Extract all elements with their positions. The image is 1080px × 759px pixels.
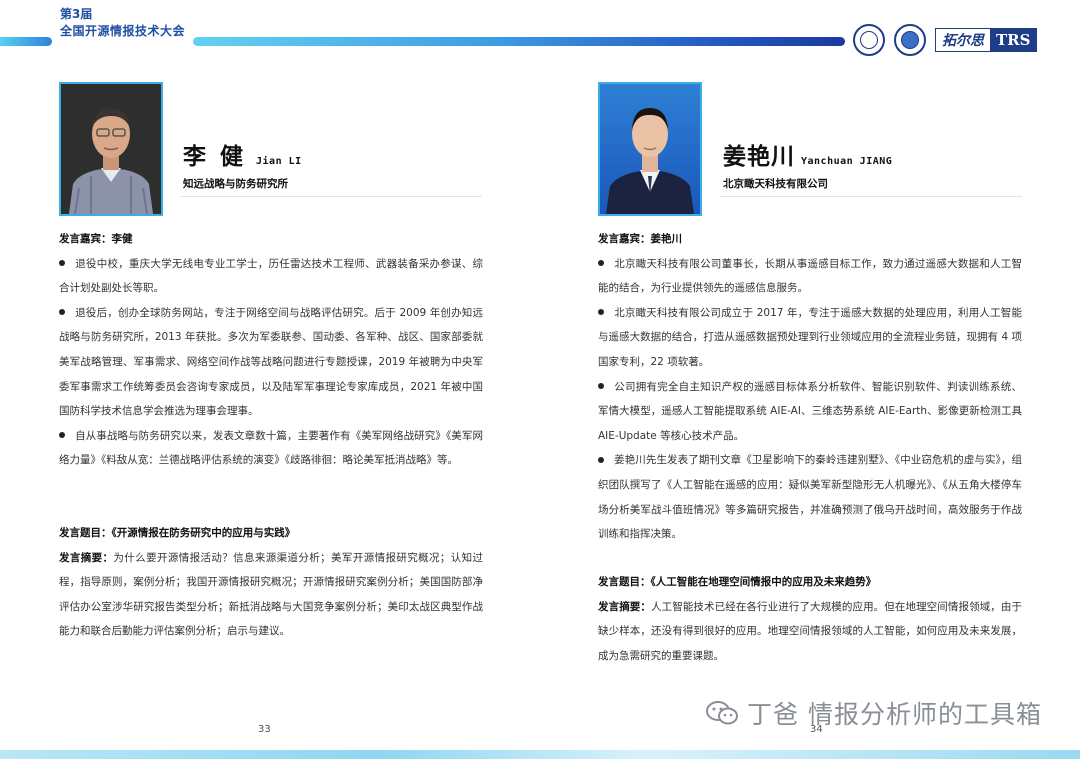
abstract-label: 发言摘要： bbox=[59, 551, 114, 564]
abstract-text: 人工智能技术已经在各行业进行了大规模的应用。但在地理空间情报领域，由于缺少样本，… bbox=[598, 600, 1023, 662]
bio-item: 自从事战略与防务研究以来，发表文章数十篇，主要著作有《美军网络战研究》《美军网络… bbox=[59, 424, 483, 473]
topic-line: 发言题目：《人工智能在地理空间情报中的应用及未来趋势》 bbox=[598, 570, 1022, 595]
speaker-photo-right bbox=[598, 82, 702, 216]
bullet-icon bbox=[598, 309, 604, 316]
society-seal-icon bbox=[894, 24, 926, 56]
talk-info-left: 发言题目：《开源情报在防务研究中的应用与实践》 发言摘要：为什么要开源情报活动？… bbox=[59, 521, 483, 644]
speaker-name-en: Yanchuan JIANG bbox=[801, 156, 893, 167]
bio-text: 北京瞰天科技有限公司成立于 2017 年，专注于遥感大数据的处理应用，利用人工智… bbox=[598, 306, 1022, 368]
trs-logo-calligraphy: 拓尔思 bbox=[942, 33, 984, 49]
header-accent-bar bbox=[193, 37, 845, 46]
bullet-icon bbox=[59, 432, 65, 439]
speaker-photo-left bbox=[59, 82, 163, 216]
bio-item: 姜艳川先生发表了期刊文章《卫星影响下的秦岭违建别墅》、《中业窃危机的虚与实》，组… bbox=[598, 448, 1022, 546]
bio-text: 公司拥有完全自主知识产权的遥感目标体系分析软件、智能识别软件、判读训练系统、军情… bbox=[598, 380, 1022, 442]
conference-title: 第3届 全国开源情报技术大会 bbox=[60, 6, 185, 40]
profile-divider-left bbox=[180, 196, 482, 197]
speaker-line: 发言嘉宾：姜艳川 bbox=[598, 227, 1022, 252]
wechat-watermark: 丁爸 情报分析师的工具箱 bbox=[705, 695, 1042, 731]
speaker-name-en: Jian LI bbox=[256, 156, 302, 167]
topic-line: 发言题目：《开源情报在防务研究中的应用与实践》 bbox=[59, 521, 483, 546]
bio-text: 北京瞰天科技有限公司董事长，长期从事遥感目标工作，致力通过遥感大数据和人工智能的… bbox=[598, 257, 1022, 295]
bio-item: 退役后，创办全球防务网站，专注于网络空间与战略评估研究。后于 2009 年创办知… bbox=[59, 301, 483, 424]
watermark-text: 丁爸 情报分析师的工具箱 bbox=[747, 700, 1042, 729]
speaker-name: 李健 bbox=[111, 233, 133, 245]
speaker-bio-left: 发言嘉宾：李健 退役中校，重庆大学无线电专业工学士，历任雷达技术工程师、武器装备… bbox=[59, 227, 483, 473]
bio-item: 北京瞰天科技有限公司成立于 2017 年，专注于遥感大数据的处理应用，利用人工智… bbox=[598, 301, 1022, 375]
topic-label: 发言题目： bbox=[59, 527, 112, 539]
bullet-icon bbox=[59, 309, 65, 316]
header-accent-bar-left bbox=[0, 37, 52, 46]
bio-item: 公司拥有完全自主知识产权的遥感目标体系分析软件、智能识别软件、判读训练系统、军情… bbox=[598, 375, 1022, 449]
conference-name: 全国开源情报技术大会 bbox=[60, 24, 186, 38]
topic-title: 《人工智能在地理空间情报中的应用及未来趋势》 bbox=[650, 576, 877, 588]
speaker-name-cn: 李 健 bbox=[183, 144, 247, 170]
bio-item: 北京瞰天科技有限公司董事长，长期从事遥感目标工作，致力通过遥感大数据和人工智能的… bbox=[598, 252, 1022, 301]
profile-divider-right bbox=[720, 196, 1022, 197]
conference-edition: 第3届 bbox=[60, 7, 93, 21]
bullet-icon bbox=[59, 260, 65, 267]
speaker-name-cn: 姜艳川 bbox=[723, 144, 795, 170]
person-portrait-icon bbox=[61, 84, 161, 214]
abstract-label: 发言摘要： bbox=[598, 600, 652, 613]
speaker-line: 发言嘉宾：李健 bbox=[59, 227, 483, 252]
speaker-org-right: 北京瞰天科技有限公司 bbox=[723, 178, 828, 190]
bullet-icon bbox=[598, 456, 604, 463]
wechat-icon bbox=[705, 700, 739, 726]
trs-logo: 拓尔思 TRS bbox=[935, 28, 1038, 52]
abstract-text: 为什么要开源情报活动？信息来源渠道分析；美军开源情报研究概况；认知过程，指导原则… bbox=[59, 551, 484, 638]
speaker-bio-right: 发言嘉宾：姜艳川 北京瞰天科技有限公司董事长，长期从事遥感目标工作，致力通过遥感… bbox=[598, 227, 1022, 547]
abstract-line: 发言摘要：人工智能技术已经在各行业进行了大规模的应用。但在地理空间情报领域，由于… bbox=[598, 595, 1022, 669]
bio-text: 退役后，创办全球防务网站，专注于网络空间与战略评估研究。后于 2009 年创办知… bbox=[59, 306, 483, 418]
page-number-left: 33 bbox=[258, 724, 271, 735]
bio-text: 自从事战略与防务研究以来，发表文章数十篇，主要著作有《美军网络战研究》《美军网络… bbox=[59, 429, 483, 467]
bio-text: 姜艳川先生发表了期刊文章《卫星影响下的秦岭违建别墅》、《中业窃危机的虚与实》，组… bbox=[598, 454, 1022, 541]
header-logos: 拓尔思 TRS bbox=[853, 24, 1038, 56]
abstract-line: 发言摘要：为什么要开源情报活动？信息来源渠道分析；美军开源情报研究概况；认知过程… bbox=[59, 546, 483, 644]
speaker-name-left: 李 健 Jian LI bbox=[183, 137, 302, 171]
bullet-icon bbox=[598, 260, 604, 267]
speaker-label: 发言嘉宾： bbox=[59, 233, 112, 245]
topic-title: 《开源情报在防务研究中的应用与实践》 bbox=[111, 527, 296, 539]
topic-label: 发言题目： bbox=[598, 576, 651, 588]
bullet-icon bbox=[598, 383, 604, 390]
person-portrait-icon bbox=[600, 84, 700, 214]
footer-accent-bar bbox=[0, 750, 1080, 759]
speaker-label: 发言嘉宾： bbox=[598, 233, 651, 245]
trs-logo-badge: TRS bbox=[990, 29, 1037, 51]
bio-text: 退役中校，重庆大学无线电专业工学士，历任雷达技术工程师、武器装备采办参谋、综合计… bbox=[59, 257, 483, 295]
speaker-name: 姜艳川 bbox=[650, 233, 683, 245]
speaker-org-left: 知远战略与防务研究所 bbox=[183, 178, 288, 190]
speaker-name-right: 姜艳川 Yanchuan JIANG bbox=[723, 137, 892, 171]
bio-item: 退役中校，重庆大学无线电专业工学士，历任雷达技术工程师、武器装备采办参谋、综合计… bbox=[59, 252, 483, 301]
talk-info-right: 发言题目：《人工智能在地理空间情报中的应用及未来趋势》 发言摘要：人工智能技术已… bbox=[598, 570, 1022, 668]
university-seal-icon bbox=[853, 24, 885, 56]
